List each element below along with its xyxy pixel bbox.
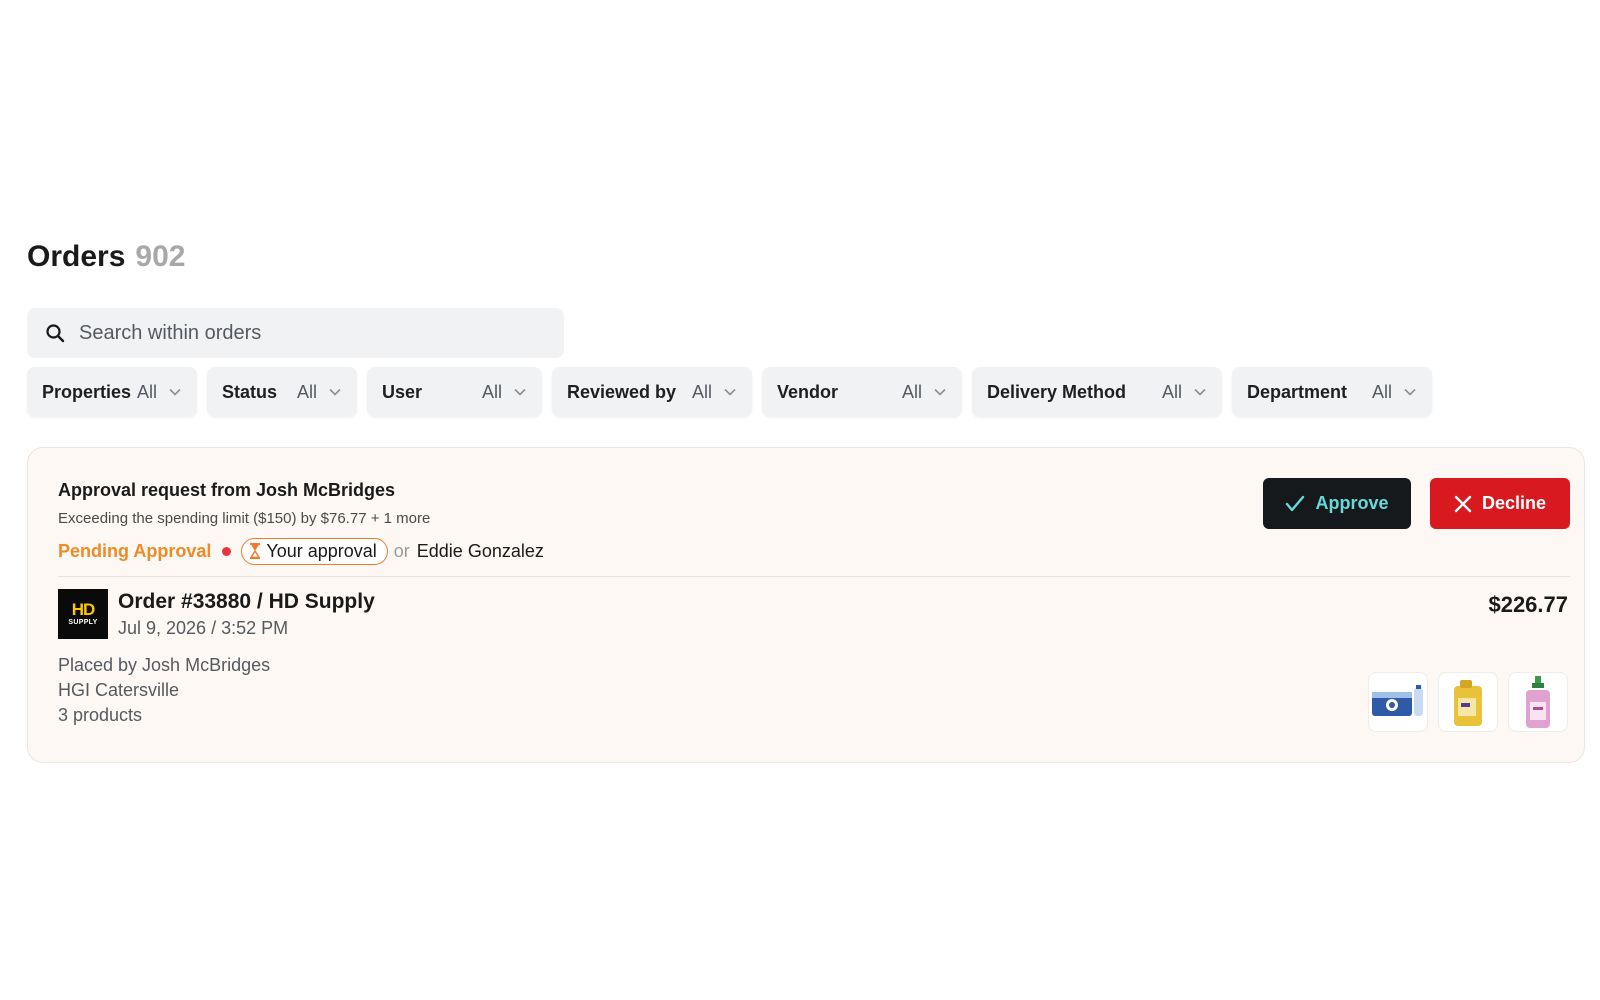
order-card[interactable]: Approval request from Josh McBridges Exc… (27, 447, 1585, 763)
approve-button-label: Approve (1315, 493, 1389, 513)
vendor-logo-mark: HD (71, 599, 96, 619)
filter-label: Status (222, 381, 278, 402)
chevron-down-icon (1194, 388, 1206, 396)
water-bottles-pack-image[interactable] (1368, 672, 1428, 732)
chevron-down-icon (329, 388, 341, 396)
filter-value: All (136, 381, 157, 402)
orders-page: Orders 902 Properties All Status All Use… (0, 0, 1600, 1000)
filter-label: Delivery Method (987, 381, 1127, 402)
approval-status-row: Pending Approval Your approval or Eddie … (58, 537, 544, 565)
filter-reviewed-by[interactable]: Reviewed by All (552, 367, 752, 417)
order-title[interactable]: Order #33880 / HD Supply (118, 590, 375, 614)
filter-value: All (481, 381, 502, 402)
approval-request-title: Approval request from Josh McBridges (58, 480, 396, 500)
filter-value: All (691, 381, 712, 402)
filter-value: All (901, 381, 922, 402)
filter-label: Reviewed by (567, 381, 677, 402)
search-input[interactable] (79, 321, 519, 345)
filter-value: All (296, 381, 317, 402)
page-title: Orders (27, 240, 126, 273)
check-icon (1286, 495, 1305, 511)
approval-request-reason: Exceeding the spending limit ($150) by $… (58, 510, 431, 527)
filter-bar: Properties All Status All User All Revie… (27, 367, 1432, 417)
filter-label: Properties (42, 381, 132, 402)
filter-properties[interactable]: Properties All (27, 367, 197, 417)
hourglass-icon (250, 543, 261, 559)
other-approver-name: Eddie Gonzalez (416, 540, 544, 561)
search-icon (46, 324, 65, 343)
property-name: HGI Catersville (58, 680, 180, 700)
status-dot-icon (222, 546, 232, 556)
close-icon (1454, 495, 1472, 512)
card-divider (58, 576, 1570, 577)
filter-label: User (382, 381, 423, 402)
order-meta: Placed by Josh McBridges HGI Catersville… (58, 653, 270, 728)
filter-label: Vendor (777, 381, 839, 402)
or-separator: or (393, 540, 410, 561)
chevron-down-icon (934, 388, 946, 396)
filter-value: All (1371, 381, 1392, 402)
chevron-down-icon (1404, 388, 1416, 396)
search-bar[interactable] (27, 308, 564, 358)
chevron-down-icon (724, 388, 736, 396)
product-count: 3 products (58, 705, 143, 725)
filter-department[interactable]: Department All (1232, 367, 1432, 417)
pink-soap-bottle-image[interactable] (1508, 672, 1568, 732)
your-approval-label: Your approval (266, 540, 377, 561)
filter-vendor[interactable]: Vendor All (762, 367, 962, 417)
filter-delivery-method[interactable]: Delivery Method All (972, 367, 1222, 417)
chevron-down-icon (169, 388, 181, 396)
page-header: Orders 902 (27, 240, 185, 274)
chevron-down-icon (514, 388, 526, 396)
filter-status[interactable]: Status All (207, 367, 357, 417)
status-badge: Pending Approval (58, 540, 212, 561)
filter-label: Department (1247, 381, 1348, 402)
your-approval-pill: Your approval (241, 537, 388, 565)
yellow-cleaner-jug-image[interactable] (1438, 672, 1498, 732)
orders-count: 902 (135, 240, 186, 273)
product-thumbnails (1368, 672, 1568, 732)
decline-button[interactable]: Decline (1430, 478, 1570, 529)
filter-value: All (1161, 381, 1182, 402)
order-date: Jul 9, 2026 / 3:52 PM (118, 618, 289, 638)
decline-button-label: Decline (1481, 493, 1547, 513)
vendor-logo-sub: SUPPLY (68, 618, 98, 626)
order-total: $226.77 (1488, 592, 1568, 617)
vendor-logo: HD SUPPLY (58, 589, 108, 639)
approve-button[interactable]: Approve (1263, 478, 1411, 529)
placed-by: Placed by Josh McBridges (58, 655, 271, 675)
filter-user[interactable]: User All (367, 367, 542, 417)
